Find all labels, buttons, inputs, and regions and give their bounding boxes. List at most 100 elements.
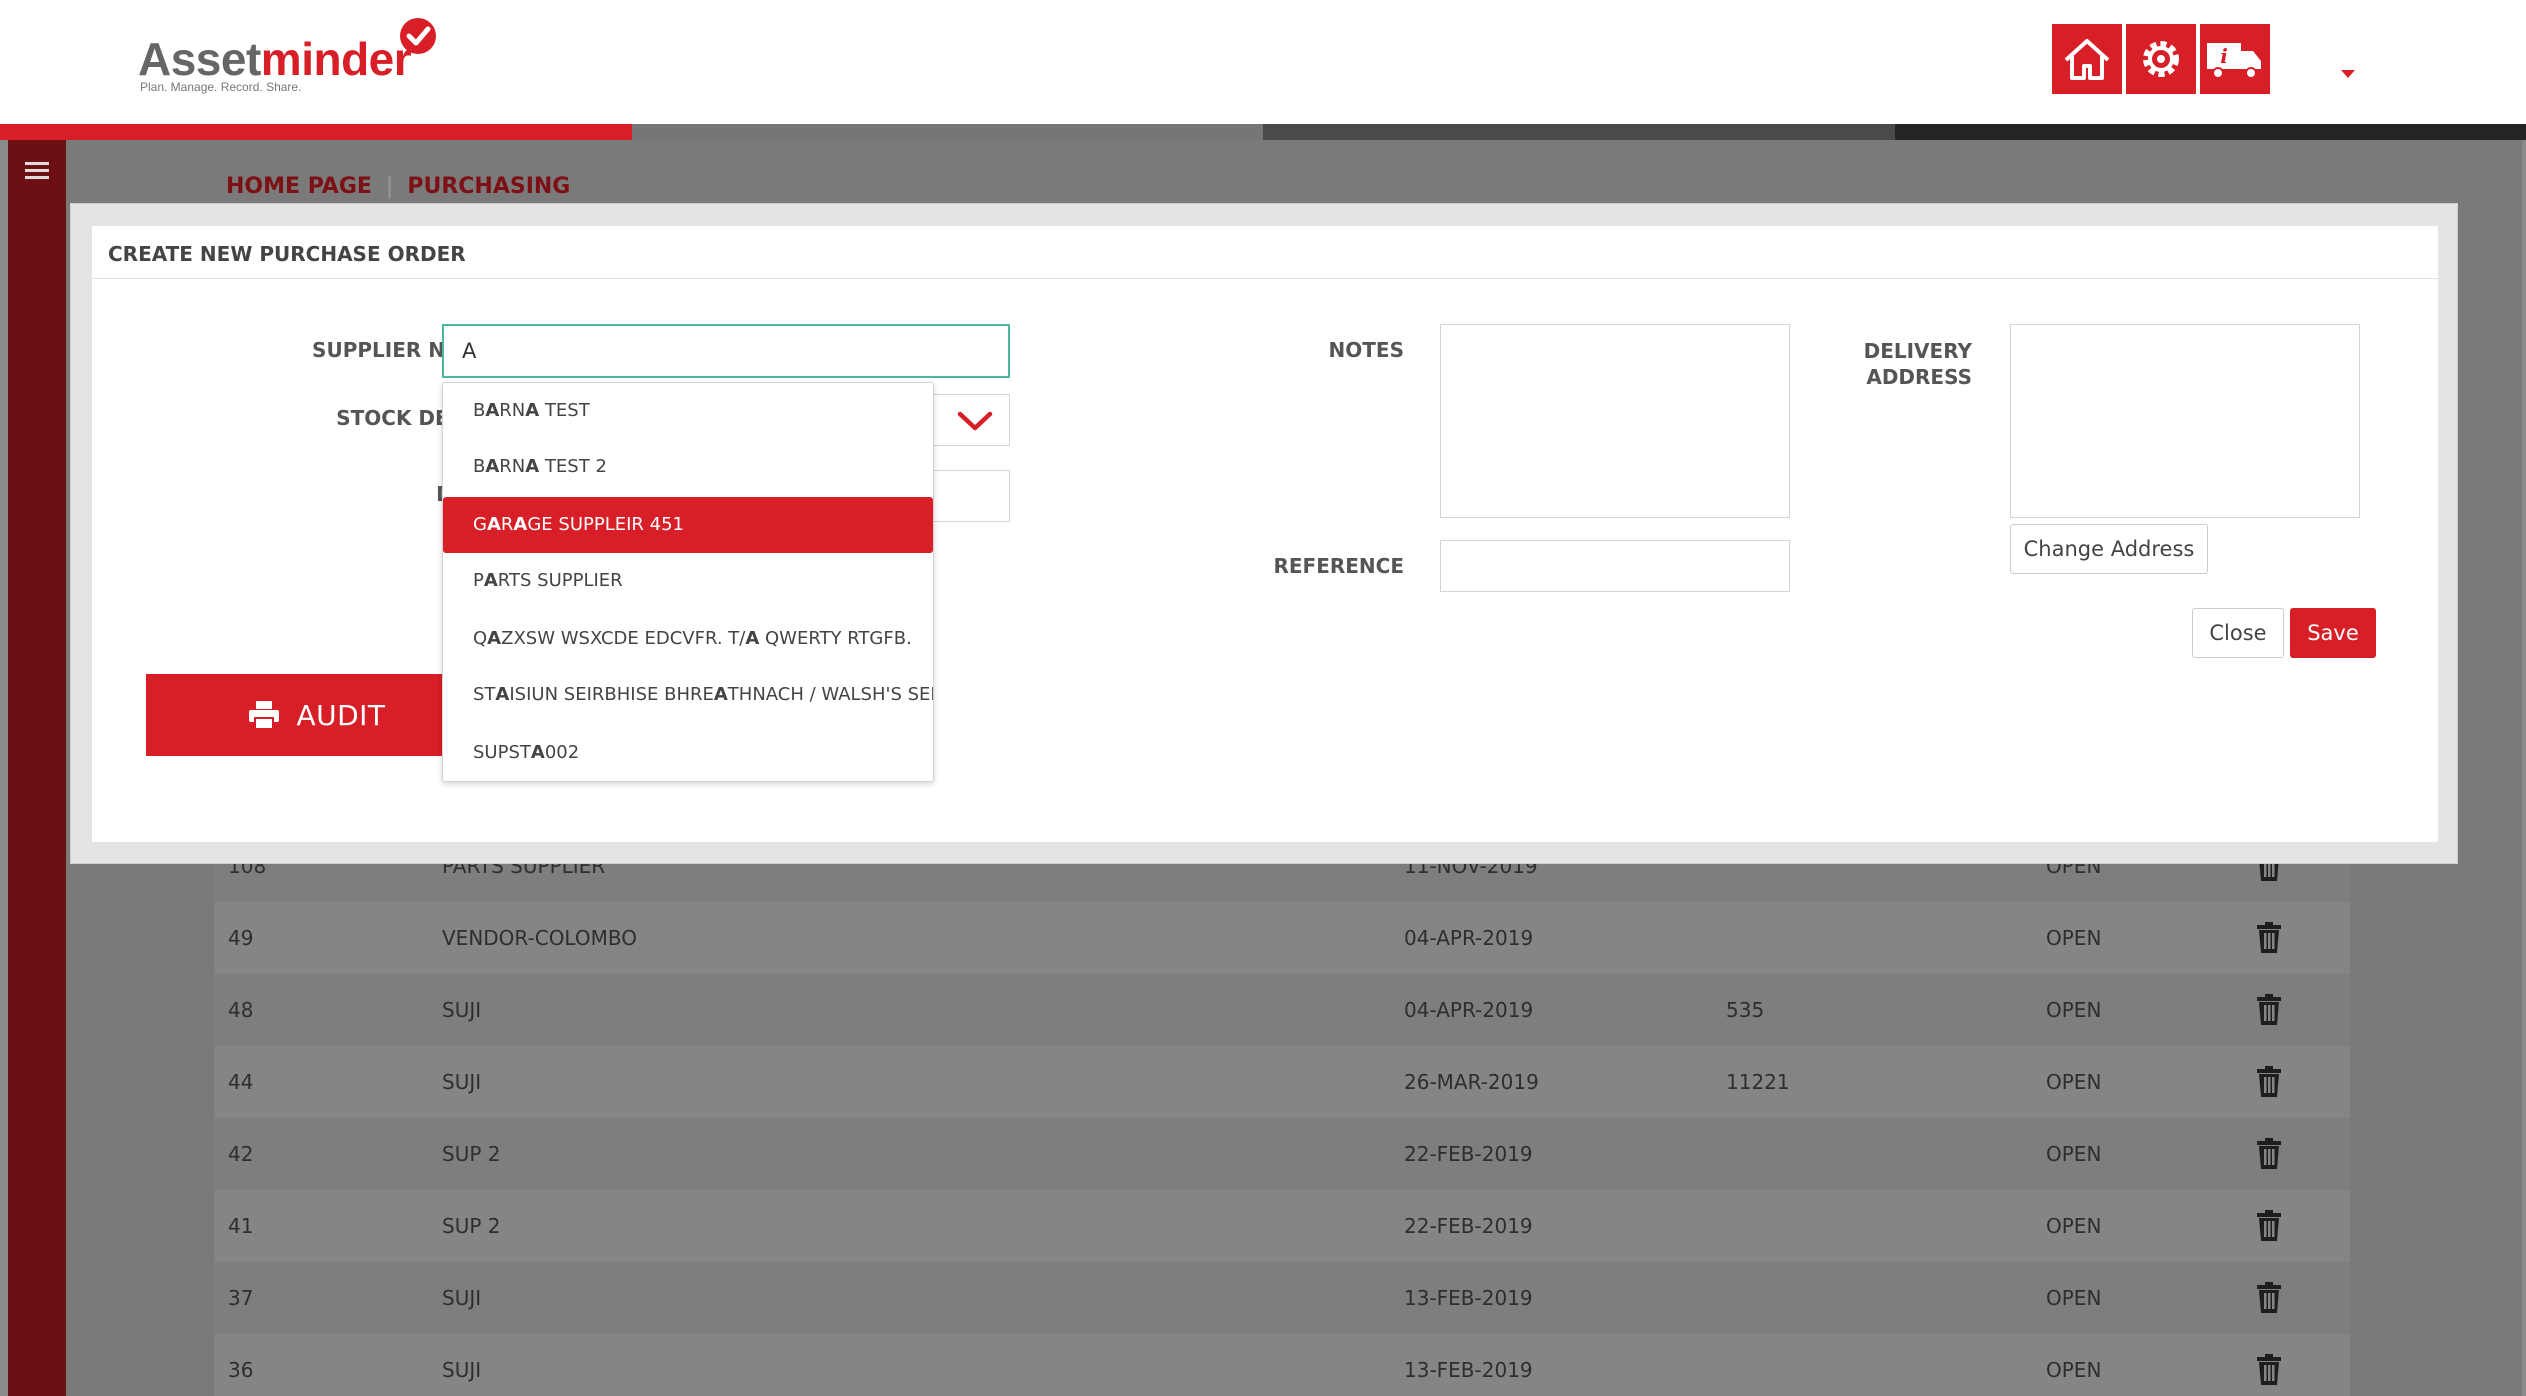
strip-segment	[1894, 124, 2526, 140]
supplier-option[interactable]: GARAGE SUPPLEIR 451	[443, 497, 933, 553]
status-cell: OPEN	[2046, 1358, 2102, 1382]
option-match-text: A	[483, 570, 498, 591]
status-cell: OPEN	[2046, 998, 2102, 1022]
status-cell: OPEN	[2046, 926, 2102, 950]
option-match-text: A	[525, 456, 540, 477]
table-row[interactable]: 49 VENDOR-COLOMBO 04-APR-2019 OPEN	[214, 902, 2350, 974]
option-text: G	[473, 514, 487, 535]
truck-info-icon: i	[2207, 43, 2261, 79]
supplier-cell: SUP 2	[442, 1214, 501, 1238]
delivery-label-line1: DELIVERY	[1863, 339, 1972, 363]
home-button[interactable]	[2052, 24, 2122, 94]
order-id-cell: 41	[228, 1214, 254, 1238]
option-match-text: A	[495, 684, 510, 705]
supplier-option[interactable]: PARTS SUPPLIER	[443, 553, 933, 609]
logo-tagline: Plan. Manage. Record. Share.	[140, 80, 302, 94]
date-cell: 04-APR-2019	[1404, 926, 1534, 950]
option-text: SUPST	[473, 742, 531, 763]
status-cell: OPEN	[2046, 1286, 2102, 1310]
user-menu-caret-icon[interactable]	[2341, 70, 2355, 78]
date-cell: 13-FEB-2019	[1404, 1286, 1533, 1310]
audit-label: AUDIT	[296, 698, 386, 732]
trash-icon[interactable]	[2256, 922, 2282, 954]
order-id-cell: 37	[228, 1286, 254, 1310]
trash-icon[interactable]	[2256, 994, 2282, 1026]
order-id-cell: 42	[228, 1142, 254, 1166]
delivery-address-label: DELIVERY ADDRESS	[1792, 338, 1972, 390]
table-row[interactable]: 42 SUP 2 22-FEB-2019 OPEN	[214, 1118, 2350, 1190]
date-cell: 13-FEB-2019	[1404, 1358, 1533, 1382]
option-match-text: A	[713, 684, 728, 705]
option-match-text: A	[525, 400, 540, 421]
chevron-down-icon	[957, 411, 993, 431]
option-text: QWERTY RTGFB.	[759, 628, 912, 649]
breadcrumb: HOME PAGE | PURCHASING	[226, 174, 570, 199]
app-header: Assetminder Plan. Manage. Record. Share.…	[0, 0, 2526, 124]
option-match-text: A	[745, 628, 760, 649]
trash-icon[interactable]	[2256, 1210, 2282, 1242]
table-row[interactable]: 44 SUJI 26-MAR-2019 11221 OPEN	[214, 1046, 2350, 1118]
date-cell: 22-FEB-2019	[1404, 1214, 1533, 1238]
option-text: 002	[544, 742, 580, 763]
header-color-strip	[0, 124, 2526, 140]
breadcrumb-home[interactable]: HOME PAGE	[226, 174, 372, 199]
option-text: ST	[473, 684, 496, 705]
supplier-option[interactable]: STAISIUN SEIRBHISE BHREATHNACH / WALSH'S…	[443, 667, 933, 723]
supplier-option[interactable]: BARNA TEST 2	[443, 439, 933, 495]
option-text: P	[473, 570, 484, 591]
assetminder-logo[interactable]: Assetminder Plan. Manage. Record. Share.	[138, 18, 458, 98]
page-right-edge	[2522, 140, 2526, 1396]
option-text: Q	[473, 628, 488, 649]
reference-label: REFERENCE	[1273, 554, 1404, 578]
home-icon	[2064, 39, 2110, 80]
delivery-address-textarea[interactable]	[2010, 324, 2360, 518]
table-row[interactable]: 48 SUJI 04-APR-2019 535 OPEN	[214, 974, 2350, 1046]
audit-button[interactable]: AUDIT	[146, 674, 488, 756]
table-row[interactable]: 36 SUJI 13-FEB-2019 OPEN	[214, 1334, 2350, 1396]
vehicle-info-button[interactable]: i	[2200, 24, 2270, 94]
option-match-text: A	[487, 628, 502, 649]
table-row[interactable]: 37 SUJI 13-FEB-2019 OPEN	[214, 1262, 2350, 1334]
logo-name-part2: minder	[260, 33, 412, 85]
option-match-text: A	[486, 514, 501, 535]
delivery-label-line2: ADDRESS	[1866, 365, 1972, 389]
option-text: THNACH / WALSH'S SER	[727, 684, 933, 705]
option-text: RN	[499, 400, 526, 421]
supplier-option[interactable]: SUPSTA002	[443, 725, 933, 781]
date-cell: 26-MAR-2019	[1404, 1070, 1539, 1094]
option-match-text: A	[485, 400, 500, 421]
reference-input[interactable]	[1440, 540, 1790, 592]
save-button[interactable]: Save	[2290, 608, 2376, 658]
modal-title: CREATE NEW PURCHASE ORDER	[108, 242, 466, 266]
strip-segment	[631, 124, 1263, 140]
breadcrumb-current[interactable]: PURCHASING	[407, 174, 570, 199]
settings-gear-icon	[2143, 41, 2179, 77]
supplier-cell: SUJI	[442, 998, 482, 1022]
option-text: R	[500, 514, 514, 535]
date-cell: 22-FEB-2019	[1404, 1142, 1533, 1166]
supplier-option[interactable]: BARNA TEST	[443, 383, 933, 439]
trash-icon[interactable]	[2256, 1282, 2282, 1314]
reference-cell: 11221	[1726, 1070, 1790, 1094]
settings-button[interactable]	[2126, 24, 2196, 94]
strip-segment	[0, 124, 632, 140]
svg-text:i: i	[2220, 44, 2228, 68]
supplier-name-input[interactable]	[444, 326, 1008, 376]
trash-icon[interactable]	[2256, 1066, 2282, 1098]
notes-textarea[interactable]	[1440, 324, 1790, 518]
hamburger-menu-icon[interactable]	[25, 162, 49, 180]
table-row[interactable]: 41 SUP 2 22-FEB-2019 OPEN	[214, 1190, 2350, 1262]
close-button[interactable]: Close	[2192, 608, 2284, 658]
check-badge-icon	[400, 18, 436, 54]
option-text: GE SUPPLEIR 451	[527, 514, 684, 535]
status-cell: OPEN	[2046, 1214, 2102, 1238]
supplier-option[interactable]: QAZXSW WSXCDE EDCVFR. T/A QWERTY RTGFB.	[443, 611, 933, 667]
change-address-button[interactable]: Change Address	[2010, 524, 2208, 574]
trash-icon[interactable]	[2256, 1138, 2282, 1170]
supplier-cell: SUP 2	[442, 1142, 501, 1166]
option-text: ZXSW WSXCDE EDCVFR. T/	[501, 628, 746, 649]
trash-icon[interactable]	[2256, 1354, 2282, 1386]
printer-icon	[249, 701, 280, 730]
supplier-name-field	[442, 324, 1010, 378]
order-id-cell: 49	[228, 926, 254, 950]
